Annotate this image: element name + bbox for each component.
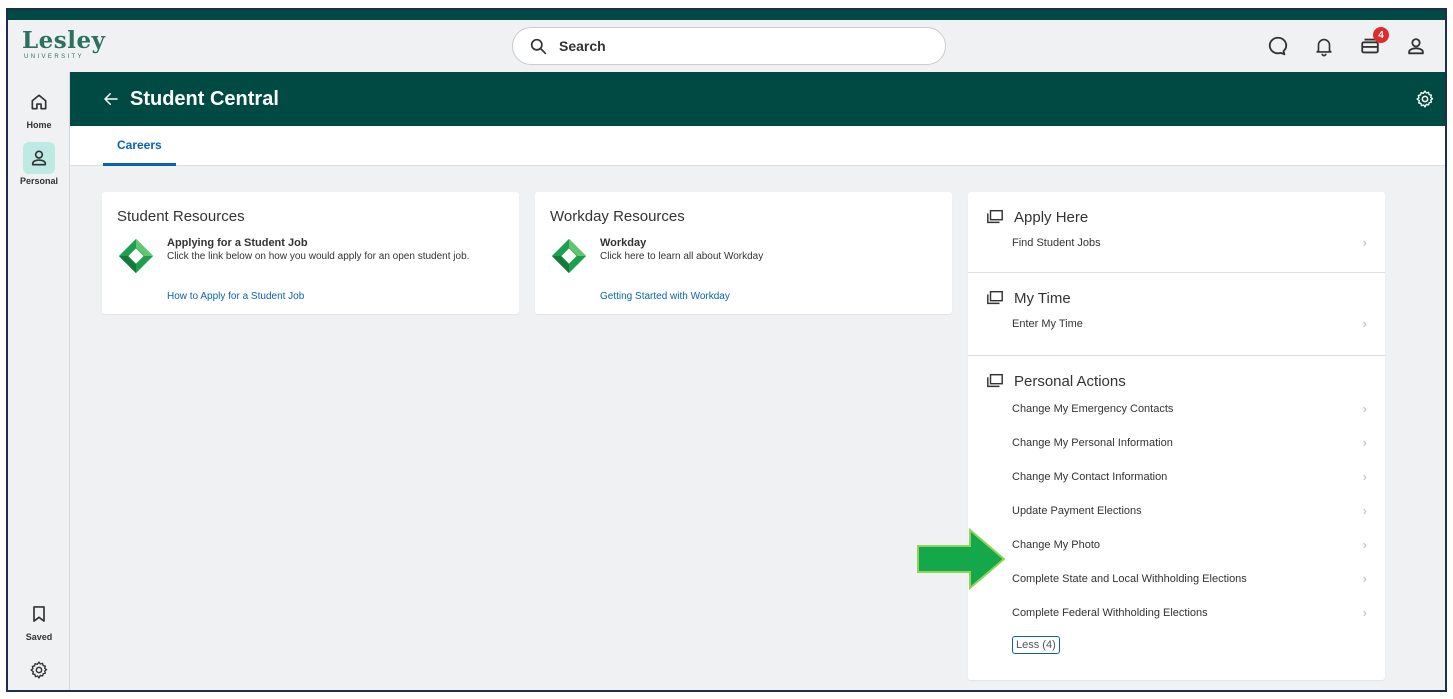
chevron-right-icon: › (1362, 503, 1367, 518)
section-heading: Personal Actions (1014, 372, 1126, 390)
find-student-jobs-link[interactable]: Find Student Jobs › (986, 226, 1367, 260)
resource-description: Click the link below on how you would ap… (167, 251, 470, 262)
apply-here-section: Apply Here Find Student Jobs › (968, 192, 1385, 273)
notifications-button[interactable] (1301, 32, 1347, 60)
chat-icon (1268, 36, 1288, 56)
search-input[interactable]: Search (512, 27, 946, 65)
profile-button[interactable] (1393, 32, 1439, 60)
change-my-photo-link[interactable]: Change My Photo › (986, 528, 1367, 562)
sidebar-item-personal[interactable]: Personal (8, 142, 70, 186)
global-header: Lesley UNIVERSITY Search 4 (8, 20, 1445, 72)
workday-logo-icon (118, 238, 154, 274)
personal-actions-section: Personal Actions Change My Emergency Con… (968, 356, 1385, 654)
home-icon (31, 94, 47, 110)
federal-withholding-link[interactable]: Complete Federal Withholding Elections › (986, 596, 1367, 630)
green-arrow-annotation (917, 528, 1006, 590)
resource-item: Applying for a Student Job Click the lin… (117, 237, 504, 275)
getting-started-link[interactable]: Getting Started with Workday (600, 291, 937, 302)
chevron-right-icon: › (1362, 235, 1367, 250)
my-time-section: My Time Enter My Time › (968, 273, 1385, 356)
chevron-right-icon: › (1362, 537, 1367, 552)
search-placeholder: Search (559, 38, 606, 54)
chevron-right-icon: › (1362, 401, 1367, 416)
chevron-right-icon: › (1362, 605, 1367, 620)
chevron-right-icon: › (1362, 469, 1367, 484)
chat-button[interactable] (1255, 32, 1301, 60)
sidebar-label-saved: Saved (25, 632, 53, 642)
sidebar-item-saved[interactable]: Saved (8, 598, 70, 642)
personal-actions-list: Change My Emergency Contacts › Change My … (986, 392, 1367, 630)
top-accent-bar (8, 10, 1445, 20)
resource-description: Click here to learn all about Workday (600, 251, 764, 262)
less-button[interactable]: Less (4) (1012, 636, 1060, 654)
chevron-right-icon: › (1362, 316, 1367, 331)
chevron-right-icon: › (1362, 571, 1367, 586)
resource-title: Workday (600, 237, 647, 249)
lesley-logo[interactable]: Lesley UNIVERSITY (22, 27, 106, 61)
gear-icon[interactable] (1415, 89, 1435, 109)
change-contact-information-link[interactable]: Change My Contact Information › (986, 460, 1367, 494)
chevron-right-icon: › (1362, 435, 1367, 450)
person-icon (31, 150, 47, 166)
change-emergency-contacts-link[interactable]: Change My Emergency Contacts › (986, 392, 1367, 426)
gear-icon (30, 661, 48, 679)
back-arrow-icon[interactable] (102, 90, 120, 108)
how-to-apply-link[interactable]: How to Apply for a Student Job (167, 291, 504, 302)
page-banner: Student Central (70, 72, 1445, 126)
page-title: Student Central (130, 87, 279, 110)
section-heading: Apply Here (1014, 208, 1089, 226)
resource-title: Applying for a Student Job (167, 237, 308, 249)
worklet-icon (987, 290, 1003, 305)
worklet-icon (987, 209, 1003, 224)
logo-subtitle: UNIVERSITY (24, 54, 85, 60)
update-payment-elections-link[interactable]: Update Payment Elections › (986, 494, 1367, 528)
tab-bar: Careers (70, 126, 1445, 166)
logo-word: Lesley (22, 27, 106, 54)
sidebar-item-home[interactable]: Home (8, 86, 70, 130)
header-actions: 4 (1255, 27, 1439, 60)
tab-careers[interactable]: Careers (103, 126, 176, 166)
workday-resources-card: Workday Resources Workday Click here to … (535, 192, 952, 314)
section-heading: My Time (1014, 289, 1071, 307)
profile-icon (1408, 38, 1424, 55)
bookmark-icon (33, 606, 45, 622)
app-frame: Lesley UNIVERSITY Search 4 Home Personal… (6, 8, 1447, 692)
workday-logo-icon (551, 238, 587, 274)
state-local-withholding-link[interactable]: Complete State and Local Withholding Ele… (986, 562, 1367, 596)
worklet-icon (987, 373, 1003, 388)
card-heading: Workday Resources (550, 208, 685, 225)
change-personal-information-link[interactable]: Change My Personal Information › (986, 426, 1367, 460)
enter-my-time-link[interactable]: Enter My Time › (986, 307, 1367, 341)
bell-icon (1316, 38, 1332, 57)
sidebar-label-personal: Personal (19, 176, 59, 186)
student-resources-card: Student Resources Applying for a Student… (102, 192, 519, 314)
sidebar-item-settings[interactable] (8, 654, 70, 686)
card-heading: Student Resources (117, 208, 245, 225)
left-sidebar: Home Personal Saved (8, 72, 70, 690)
search-icon (530, 38, 547, 54)
inbox-badge: 4 (1373, 27, 1389, 43)
sidebar-label-home: Home (26, 120, 52, 130)
worklets-card: Apply Here Find Student Jobs › My Time En… (968, 192, 1385, 680)
inbox-button[interactable]: 4 (1347, 27, 1393, 60)
resource-item: Workday Click here to learn all about Wo… (550, 237, 937, 275)
